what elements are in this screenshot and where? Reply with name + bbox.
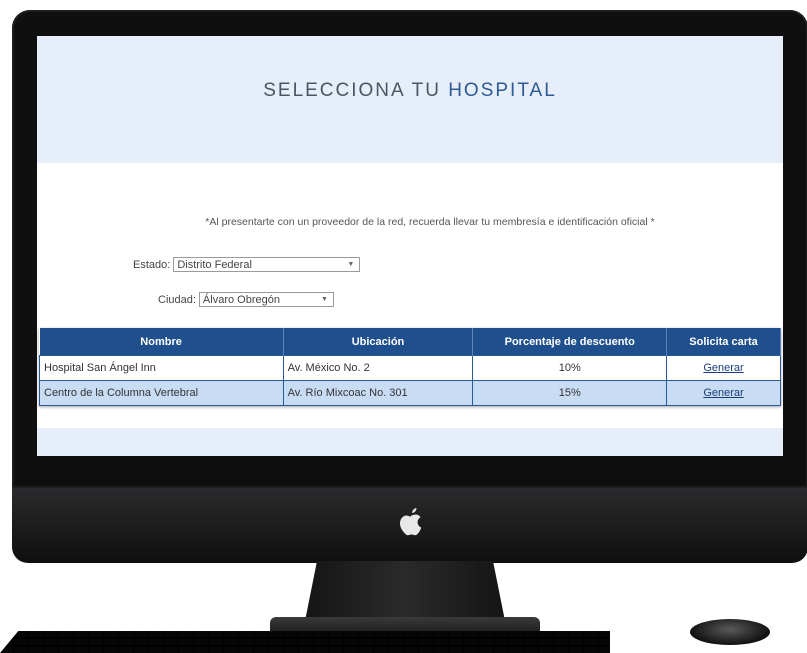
ciudad-value: Álvaro Obregón <box>202 293 280 306</box>
chevron-down-icon: ▼ <box>347 261 355 268</box>
apple-logo-icon <box>395 503 427 543</box>
cell-accion: Generar <box>666 380 781 406</box>
estado-row: Estado: Distrito Federal ▼ <box>133 257 361 272</box>
cell-nombre: Hospital San Ángel Inn <box>39 355 284 381</box>
chevron-down-icon: ▼ <box>320 296 328 303</box>
header-ubicacion: Ubicación <box>283 328 474 356</box>
monitor-stand <box>305 561 505 621</box>
generar-link[interactable]: Generar <box>703 362 743 374</box>
cell-ubicacion: Av. Río Mixcoac No. 301 <box>282 380 474 406</box>
table-row: Centro de la Columna Vertebral Av. Río M… <box>39 380 781 406</box>
footer-band <box>37 428 783 456</box>
ciudad-select[interactable]: Álvaro Obregón ▼ <box>198 292 334 307</box>
generar-link[interactable]: Generar <box>703 387 743 399</box>
membership-notice: *Al presentarte con un proveedor de la r… <box>205 216 655 228</box>
header-descuento: Porcentaje de descuento <box>472 328 668 356</box>
keyboard <box>0 631 610 653</box>
header-solicita-carta: Solicita carta <box>666 328 781 356</box>
page-banner: SELECCIONA TU HOSPITAL <box>37 36 783 163</box>
hospitals-table: Nombre Ubicación Porcentaje de descuento… <box>39 328 781 406</box>
screen: SELECCIONA TU HOSPITAL *Al presentarte c… <box>37 36 783 456</box>
header-nombre: Nombre <box>39 328 284 356</box>
page-title-part1: SELECCIONA TU <box>263 80 449 101</box>
mouse <box>690 619 770 645</box>
cell-ubicacion: Av. México No. 2 <box>282 355 474 381</box>
estado-value: Distrito Federal <box>177 258 252 271</box>
cell-descuento: 15% <box>472 380 668 406</box>
estado-label: Estado: <box>133 258 171 271</box>
page-title-part2: HOSPITAL <box>448 80 557 101</box>
cell-nombre: Centro de la Columna Vertebral <box>39 380 284 406</box>
cell-descuento: 10% <box>472 355 668 381</box>
table-header-row: Nombre Ubicación Porcentaje de descuento… <box>39 328 781 356</box>
page-title: SELECCIONA TU HOSPITAL <box>37 80 783 102</box>
table-row: Hospital San Ángel Inn Av. México No. 2 … <box>39 355 781 381</box>
cell-accion: Generar <box>666 355 781 381</box>
ciudad-row: Ciudad: Álvaro Obregón ▼ <box>158 292 334 307</box>
ciudad-label: Ciudad: <box>158 293 196 306</box>
estado-select[interactable]: Distrito Federal ▼ <box>173 257 361 272</box>
